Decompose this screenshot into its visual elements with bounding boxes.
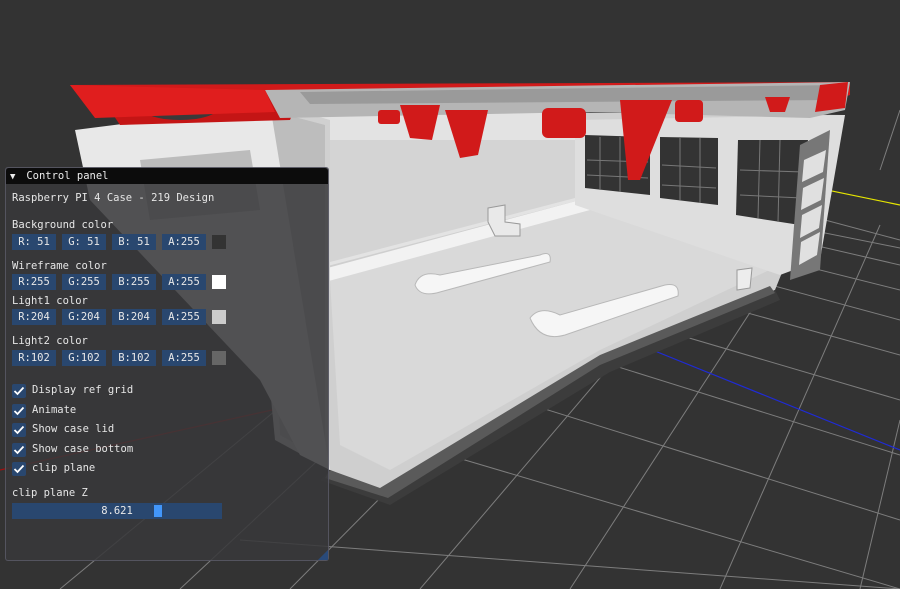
collapse-triangle-icon[interactable]: ▼ — [10, 169, 20, 185]
light1-color-b-field[interactable]: B:204 — [112, 309, 156, 325]
resize-grip-icon[interactable] — [318, 550, 328, 560]
clip-plane-z-value: 8.621 — [101, 505, 133, 517]
light2-color-g-field[interactable]: G:102 — [62, 350, 106, 366]
checkmark-icon[interactable] — [12, 462, 26, 476]
clip-plane-z-label: clip plane Z — [12, 487, 88, 499]
light2-color-swatch[interactable] — [212, 351, 226, 365]
control-panel-titlebar[interactable]: ▼ Control panel — [6, 168, 328, 184]
background-color-label: Background color — [12, 219, 114, 231]
light2-color-b-field[interactable]: B:102 — [112, 350, 156, 366]
checkmark-icon[interactable] — [12, 404, 26, 418]
checkmark-icon[interactable] — [12, 423, 26, 437]
background-color-a-field[interactable]: A:255 — [162, 234, 206, 250]
light2-color-a-field[interactable]: A:255 — [162, 350, 206, 366]
light1-color-swatch[interactable] — [212, 310, 226, 324]
panel-title: Control panel — [26, 170, 109, 182]
background-color-swatch[interactable] — [212, 235, 226, 249]
wireframe-color-b-field[interactable]: B:255 — [112, 274, 156, 290]
wireframe-color-a-field[interactable]: A:255 — [162, 274, 206, 290]
light1-color-g-field[interactable]: G:204 — [62, 309, 106, 325]
light1-color-a-field[interactable]: A:255 — [162, 309, 206, 325]
wireframe-color-g-field[interactable]: G:255 — [62, 274, 106, 290]
wireframe-color-label: Wireframe color — [12, 260, 107, 272]
light1-color-label: Light1 color — [12, 295, 88, 307]
light2-color-r-field[interactable]: R:102 — [12, 350, 56, 366]
background-color-b-field[interactable]: B: 51 — [112, 234, 156, 250]
clip-plane-z-slider[interactable]: 8.621 — [12, 503, 222, 519]
clip-plane-label: clip plane — [32, 462, 96, 474]
animate-label: Animate — [32, 404, 77, 416]
checkmark-icon[interactable] — [12, 384, 26, 398]
light2-color-label: Light2 color — [12, 335, 88, 347]
show-case-bottom-label: Show case bottom — [32, 443, 134, 455]
wireframe-color-swatch[interactable] — [212, 275, 226, 289]
display-ref-grid-label: Display ref grid — [32, 384, 134, 396]
background-color-r-field[interactable]: R: 51 — [12, 234, 56, 250]
checkmark-icon[interactable] — [12, 443, 26, 457]
background-color-g-field[interactable]: G: 51 — [62, 234, 106, 250]
light1-color-r-field[interactable]: R:204 — [12, 309, 56, 325]
design-title: Raspberry PI 4 Case - 219 Design — [12, 192, 215, 204]
show-case-lid-label: Show case lid — [32, 423, 115, 435]
wireframe-color-r-field[interactable]: R:255 — [12, 274, 56, 290]
control-panel[interactable]: ▼ Control panel Raspberry PI 4 Case - 21… — [5, 167, 329, 561]
axis-z-line — [639, 344, 900, 451]
